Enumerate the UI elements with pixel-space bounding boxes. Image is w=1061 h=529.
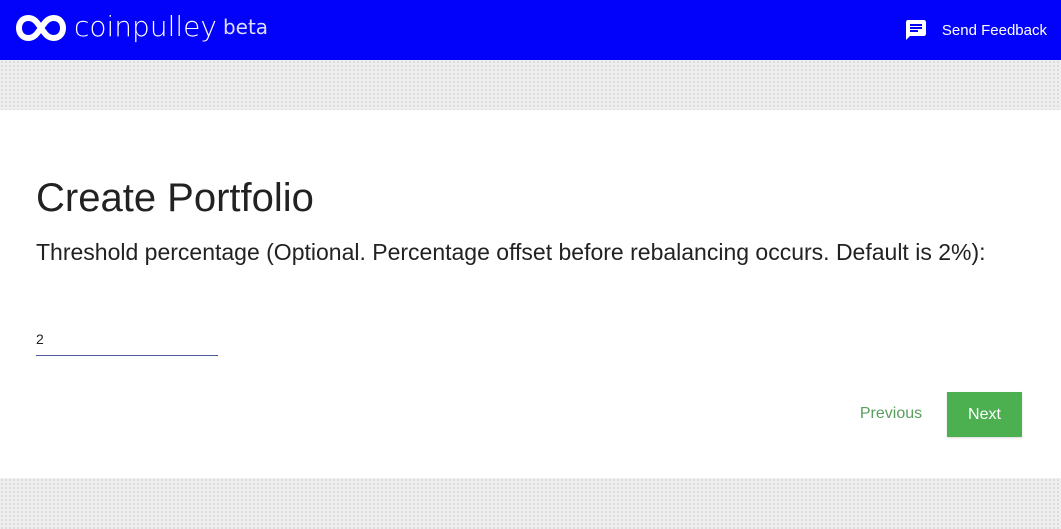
threshold-question-label: Threshold percentage (Optional. Percenta… [36,239,986,265]
send-feedback-button[interactable]: Send Feedback [904,17,1047,43]
threshold-input[interactable] [36,322,218,356]
beta-badge: beta [222,15,269,39]
brand-name: coinpulley [74,9,217,43]
send-feedback-label: Send Feedback [941,21,1047,39]
create-portfolio-card: Create Portfolio Threshold percentage (O… [0,110,1061,478]
app-logo[interactable]: coinpulley beta [16,10,268,46]
background-pattern-top [0,60,1061,110]
next-button[interactable]: Next [947,392,1022,437]
page-title: Create Portfolio [36,176,314,220]
background-pattern-bottom [0,478,1061,529]
top-app-bar: coinpulley beta Send Feedback [0,0,1061,60]
previous-button[interactable]: Previous [849,392,933,436]
infinity-icon [16,15,66,41]
chat-icon [905,20,926,40]
